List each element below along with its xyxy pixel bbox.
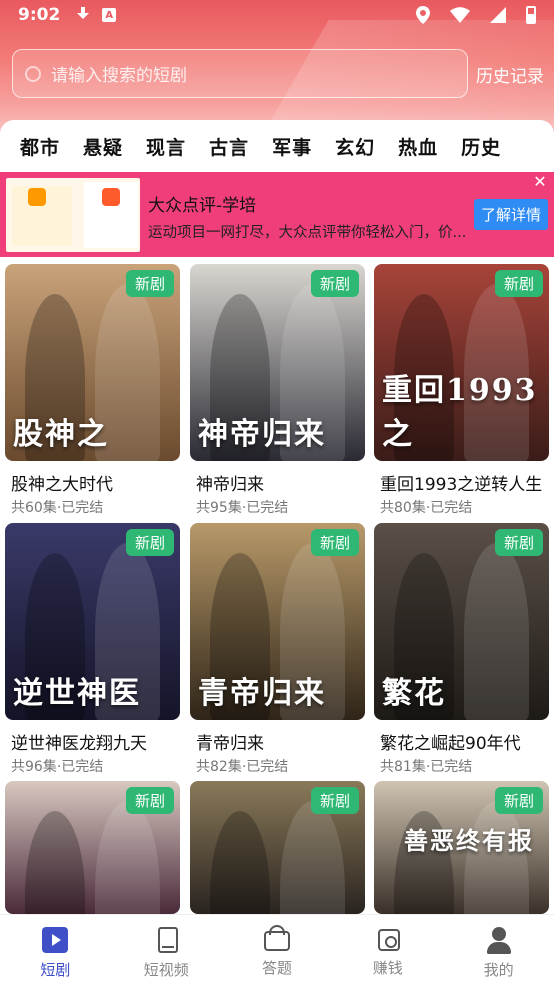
new-badge: 新剧 bbox=[495, 529, 543, 556]
battery-icon bbox=[526, 6, 536, 24]
nav-label: 短剧 bbox=[40, 961, 71, 979]
bottom-nav: 短剧 短视频 答题 赚钱 我的 bbox=[0, 914, 554, 984]
new-badge: 新剧 bbox=[126, 529, 174, 556]
download-icon bbox=[76, 7, 90, 23]
search-icon bbox=[25, 65, 41, 82]
drama-card[interactable]: 股神之 新剧股神之大时代共60集·已完结 bbox=[5, 264, 180, 516]
drama-poster: 神帝归来 新剧 bbox=[190, 264, 365, 461]
signal-icon bbox=[490, 7, 506, 23]
nav-label: 我的 bbox=[483, 961, 514, 979]
new-badge: 新剧 bbox=[126, 270, 174, 297]
book-icon bbox=[157, 927, 178, 953]
category-tab[interactable]: 军事 bbox=[272, 133, 312, 160]
drama-card[interactable]: 繁花 新剧繁花之崛起90年代共81集·已完结 bbox=[374, 523, 549, 775]
new-badge: 新剧 bbox=[311, 270, 359, 297]
nav-item-2[interactable]: 答题 bbox=[222, 915, 333, 984]
ad-learn-more-button[interactable]: 了解详情 bbox=[474, 199, 548, 230]
ad-thumbnail bbox=[6, 178, 140, 252]
drama-title: 繁花之崛起90年代 bbox=[380, 734, 521, 754]
ad-description: 运动项目一网打尽，大众点评带你轻松入门，价... bbox=[148, 225, 467, 241]
play-icon bbox=[42, 927, 69, 953]
drama-episode-info: 共96集·已完结 bbox=[11, 759, 104, 775]
drama-episode-info: 共81集·已完结 bbox=[380, 759, 473, 775]
category-tabs: 都市 悬疑 现言 古言 军事 玄幻 热血 历史 bbox=[0, 120, 554, 172]
drama-card[interactable]: 神帝归来 新剧神帝归来共95集·已完结 bbox=[190, 264, 365, 516]
shop-icon bbox=[263, 925, 290, 951]
category-tab[interactable]: 玄幻 bbox=[335, 133, 375, 160]
drama-poster: 新剧 bbox=[5, 781, 180, 914]
drama-poster: 善恶终有报 新剧 bbox=[374, 781, 549, 914]
drama-episode-info: 共60集·已完结 bbox=[11, 500, 104, 516]
poster-title: 重回1993之 bbox=[382, 373, 538, 452]
drama-title: 重回1993之逆转人生 bbox=[380, 475, 543, 495]
nav-label: 赚钱 bbox=[372, 959, 403, 977]
new-badge: 新剧 bbox=[311, 529, 359, 556]
nav-item-3[interactable]: 赚钱 bbox=[332, 915, 443, 984]
close-icon[interactable]: ✕ bbox=[532, 174, 548, 190]
category-tab[interactable]: 热血 bbox=[398, 133, 438, 160]
new-badge: 新剧 bbox=[311, 787, 359, 814]
new-badge: 新剧 bbox=[495, 787, 543, 814]
nav-item-0[interactable]: 短剧 bbox=[0, 915, 111, 984]
ad-title: 大众点评-学培 bbox=[148, 196, 257, 216]
drama-card[interactable]: 重回1993之 新剧重回1993之逆转人生共80集·已完结 bbox=[374, 264, 549, 516]
poster-title: 善恶终有报 bbox=[404, 826, 534, 855]
wifi-icon bbox=[450, 7, 470, 23]
drama-episode-info: 共82集·已完结 bbox=[196, 759, 289, 775]
drama-episode-info: 共80集·已完结 bbox=[380, 500, 473, 516]
category-tab[interactable]: 悬疑 bbox=[83, 133, 123, 160]
history-button[interactable]: 历史记录 bbox=[476, 62, 544, 87]
nav-item-1[interactable]: 短视频 bbox=[111, 915, 222, 984]
drama-card[interactable]: 新剧 bbox=[5, 781, 180, 914]
category-tab[interactable]: 现言 bbox=[146, 133, 186, 160]
status-time: 9:02 bbox=[18, 5, 61, 25]
drama-card[interactable]: 青帝归来 新剧青帝归来共82集·已完结 bbox=[190, 523, 365, 775]
status-bar: 9:02 A bbox=[0, 0, 554, 30]
new-badge: 新剧 bbox=[126, 787, 174, 814]
poster-title: 青帝归来 bbox=[198, 676, 326, 711]
nav-label: 答题 bbox=[261, 959, 292, 977]
app-notification-icon: A bbox=[102, 8, 117, 22]
drama-poster: 股神之 新剧 bbox=[5, 264, 180, 461]
user-icon bbox=[486, 927, 512, 954]
drama-poster: 青帝归来 新剧 bbox=[190, 523, 365, 720]
poster-title: 股神之 bbox=[13, 417, 109, 452]
poster-title: 繁花 bbox=[382, 676, 446, 711]
drama-episode-info: 共95集·已完结 bbox=[196, 500, 289, 516]
nav-label: 短视频 bbox=[143, 961, 189, 979]
drama-title: 股神之大时代 bbox=[11, 475, 113, 495]
drama-poster: 重回1993之 新剧 bbox=[374, 264, 549, 461]
poster-title: 逆世神医 bbox=[13, 676, 141, 711]
drama-poster: 繁花 新剧 bbox=[374, 523, 549, 720]
drama-title: 逆世神医龙翔九天 bbox=[11, 734, 147, 754]
ad-banner[interactable]: 大众点评-学培 运动项目一网打尽，大众点评带你轻松入门，价... 了解详情 ✕ bbox=[0, 172, 554, 257]
nav-item-4[interactable]: 我的 bbox=[443, 915, 554, 984]
drama-card[interactable]: 善恶终有报 新剧 bbox=[374, 781, 549, 914]
new-badge: 新剧 bbox=[495, 270, 543, 297]
drama-title: 青帝归来 bbox=[196, 734, 264, 754]
drama-poster: 新剧 bbox=[190, 781, 365, 914]
poster-title: 神帝归来 bbox=[198, 417, 326, 452]
category-tab[interactable]: 古言 bbox=[209, 133, 249, 160]
search-placeholder: 请输入搜索的短剧 bbox=[51, 66, 187, 86]
category-tab[interactable]: 都市 bbox=[20, 133, 60, 160]
drama-card[interactable]: 新剧 bbox=[190, 781, 365, 914]
drama-card[interactable]: 逆世神医 新剧逆世神医龙翔九天共96集·已完结 bbox=[5, 523, 180, 775]
location-icon bbox=[416, 6, 430, 24]
search-input[interactable]: 请输入搜索的短剧 bbox=[12, 49, 468, 98]
calendar-icon bbox=[377, 929, 400, 951]
category-tab[interactable]: 历史 bbox=[461, 133, 501, 160]
drama-title: 神帝归来 bbox=[196, 475, 264, 495]
drama-poster: 逆世神医 新剧 bbox=[5, 523, 180, 720]
